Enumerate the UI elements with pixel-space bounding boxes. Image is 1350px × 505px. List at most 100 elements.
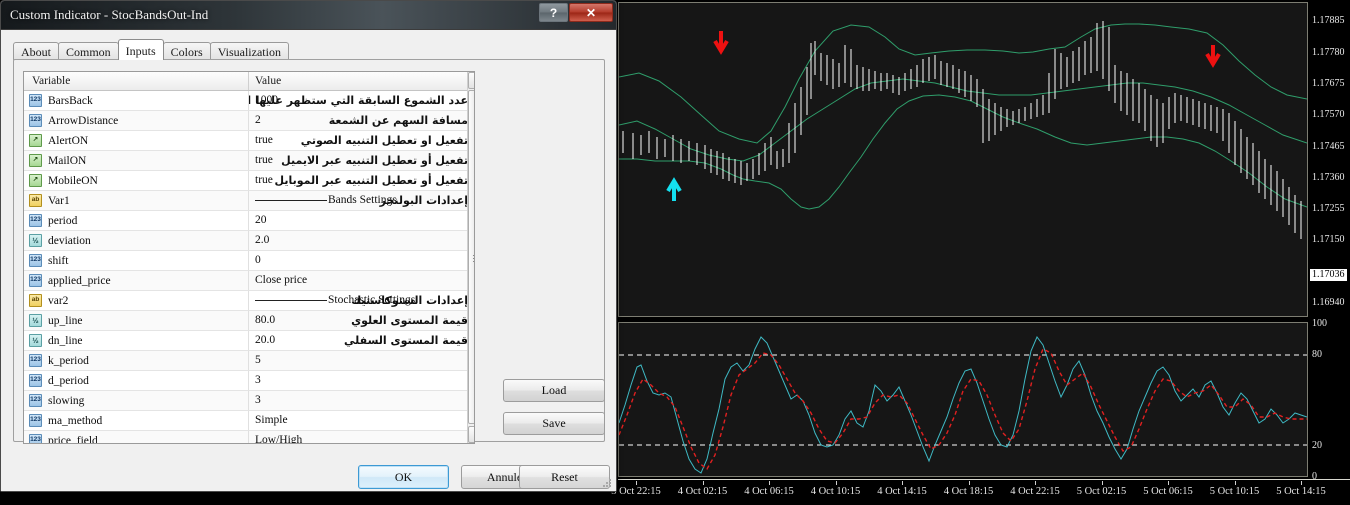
variable-cell: ab Var1 <box>24 191 249 210</box>
int-type-icon: 123 <box>29 114 42 127</box>
time-axis: 3 Oct 22:15 4 Oct 02:15 4 Oct 06:15 4 Oct 1… <box>611 481 1350 503</box>
sell-arrow-2 <box>1205 45 1221 68</box>
table-row[interactable]: 123 d_period 3 <box>24 371 474 391</box>
table-row[interactable]: 123 ArrowDistance 2 مسافة السهم عن الشمعة <box>24 111 474 131</box>
variable-name: slowing <box>48 394 85 407</box>
table-row[interactable]: ½ dn_line 20.0 قيمة المستوى السفلي <box>24 331 474 351</box>
value-cell[interactable]: 0 <box>249 251 474 270</box>
value-cell[interactable]: true تفعيل أو تعطيل التنبيه عبر الموبايل <box>249 171 474 190</box>
value-cell[interactable]: Bands Settings إعدادات البولنجر <box>249 191 474 210</box>
value-cell[interactable]: 2.0 <box>249 231 474 250</box>
table-row[interactable]: ↗ MobileON true تفعيل أو تعطيل التنبيه عبر … <box>24 171 474 191</box>
time-tick-mark <box>835 481 837 485</box>
title-bar[interactable]: Custom Indicator - StocBandsOut-Ind ? ✕ <box>1 1 616 30</box>
time-axis-tick: 4 Oct 02:15 <box>677 486 728 497</box>
bollinger-middle-band <box>618 78 1308 162</box>
help-button[interactable]: ? <box>539 3 568 22</box>
value-cell[interactable]: true تفعيل او تعطيل التنبيه الصوتي <box>249 131 474 150</box>
variable-cell: 123 ArrowDistance <box>24 111 249 130</box>
time-axis-tick: 5 Oct 14:15 <box>1276 486 1326 497</box>
time-axis-tick: 5 Oct 10:15 <box>1209 486 1260 497</box>
int-type-icon: 123 <box>29 254 42 267</box>
price-axis-tick: 1.17885 <box>1312 15 1345 27</box>
ok-button[interactable]: OK <box>358 465 449 489</box>
grid-header: Variable Value <box>24 72 474 91</box>
price-chart-panel[interactable] <box>618 2 1308 317</box>
table-row[interactable]: 123 k_period 5 <box>24 351 474 371</box>
price-chart-svg <box>618 21 1308 239</box>
tab-about[interactable]: About <box>13 42 59 60</box>
reset-button[interactable]: Reset <box>519 465 610 489</box>
custom-indicator-dialog[interactable]: Custom Indicator - StocBandsOut-Ind ? ✕ … <box>0 0 617 492</box>
scroll-up-icon[interactable]: ▲ <box>468 72 474 89</box>
time-tick-mark <box>636 481 637 485</box>
window-title: Custom Indicator - StocBandsOut-Ind <box>10 7 209 22</box>
tab-inputs[interactable]: Inputs <box>117 39 164 60</box>
table-row[interactable]: ½ up_line 80.0 قيمة المستوى العلوي <box>24 311 474 331</box>
value-cell[interactable]: 3 <box>249 371 474 390</box>
table-row[interactable]: 123 ma_method Simple <box>24 411 474 431</box>
bool-type-icon: ↗ <box>29 154 42 167</box>
value-text: 2 <box>255 114 261 126</box>
column-header-variable: Variable <box>24 72 249 90</box>
value-cell[interactable]: 20.0 قيمة المستوى السفلي <box>249 331 474 350</box>
save-button[interactable]: Save <box>503 412 605 435</box>
variable-name: Var1 <box>48 194 70 207</box>
table-row[interactable]: 123 price_field Low/High <box>24 431 474 443</box>
table-row[interactable]: ab var2 Stochastic Settings إعدادات الستوكا… <box>24 291 474 311</box>
time-tick-mark <box>902 481 903 485</box>
inputs-grid[interactable]: Variable Value 123 BarsBack 1000 عدد الشموع… <box>23 71 475 444</box>
grid-rows: 123 BarsBack 1000 عدد الشموع السابقة التي س… <box>24 91 474 443</box>
arabic-annotation: تفعيل او تعطيل التنبيه الصوتي <box>300 134 468 147</box>
table-row[interactable]: ½ deviation 2.0 <box>24 231 474 251</box>
tab-common[interactable]: Common <box>58 42 119 60</box>
table-row[interactable]: 123 slowing 3 <box>24 391 474 411</box>
value-cell[interactable]: Simple <box>249 411 474 430</box>
scroll-down-icon[interactable]: ▼ <box>468 426 474 443</box>
value-cell[interactable]: Low/High <box>249 431 474 443</box>
dbl-type-icon: ½ <box>29 314 42 327</box>
arabic-annotation: تفعيل أو تعطيل التنبيه عبر الموبايل <box>274 174 468 187</box>
grid-scrollbar[interactable]: ▲ ▼ <box>467 72 474 443</box>
str-type-icon: ab <box>29 294 42 307</box>
variable-cell: 123 period <box>24 211 249 230</box>
int-type-icon: 123 <box>29 94 42 107</box>
resize-grip-icon[interactable] <box>601 477 613 489</box>
tab-colors[interactable]: Colors <box>162 42 211 60</box>
tab-visualization[interactable]: Visualization <box>209 42 289 60</box>
value-cell[interactable]: 5 <box>249 351 474 370</box>
price-axis-tick: 1.17150 <box>1312 234 1345 246</box>
variable-name: applied_price <box>48 274 111 287</box>
load-button[interactable]: Load <box>503 379 605 402</box>
arabic-annotation: إعدادات الستوكاستيك <box>351 294 468 307</box>
variable-cell: 123 d_period <box>24 371 249 390</box>
scrollbar-thumb[interactable] <box>468 90 474 424</box>
table-row[interactable]: ↗ AlertON true تفعيل او تعطيل التنبيه الصوت… <box>24 131 474 151</box>
price-axis-tick: 1.17780 <box>1312 46 1345 58</box>
value-cell[interactable]: 3 <box>249 391 474 410</box>
table-row[interactable]: ab Var1 Bands Settings إعدادات البولنجر <box>24 191 474 211</box>
variable-cell: 123 shift <box>24 251 249 270</box>
arabic-annotation: قيمة المستوى العلوي <box>351 314 468 327</box>
arabic-annotation: قيمة المستوى السفلي <box>344 334 468 347</box>
value-cell[interactable]: Close price <box>249 271 474 290</box>
table-row[interactable]: ↗ MailON true تفعيل أو تعطيل التنبيه عبر ال… <box>24 151 474 171</box>
variable-name: AlertON <box>48 134 89 147</box>
close-icon[interactable]: ✕ <box>569 3 613 22</box>
value-cell[interactable]: 80.0 قيمة المستوى العلوي <box>249 311 474 330</box>
value-cell[interactable]: 1000 عدد الشموع السابقة التي ستظهر عليها … <box>249 91 474 110</box>
time-axis-tick: 4 Oct 06:15 <box>744 486 794 497</box>
value-cell[interactable]: Stochastic Settings إعدادات الستوكاستيك <box>249 291 474 310</box>
table-row[interactable]: 123 shift 0 <box>24 251 474 271</box>
time-axis-tick: 3 Oct 22:15 <box>611 486 661 497</box>
value-text: 5 <box>255 354 261 366</box>
value-cell[interactable]: true تفعيل أو تعطيل التنبيه عبر الايميل <box>249 151 474 170</box>
value-cell[interactable]: 20 <box>249 211 474 230</box>
table-row[interactable]: 123 period 20 <box>24 211 474 231</box>
table-row[interactable]: 123 applied_price Close price <box>24 271 474 291</box>
table-row[interactable]: 123 BarsBack 1000 عدد الشموع السابقة التي س… <box>24 91 474 111</box>
stochastic-chart-panel[interactable] <box>618 322 1308 477</box>
arabic-annotation: عدد الشموع السابقة التي ستظهر عليها الاش… <box>249 94 468 107</box>
value-text: true <box>255 134 273 146</box>
value-cell[interactable]: 2 مسافة السهم عن الشمعة <box>249 111 474 130</box>
